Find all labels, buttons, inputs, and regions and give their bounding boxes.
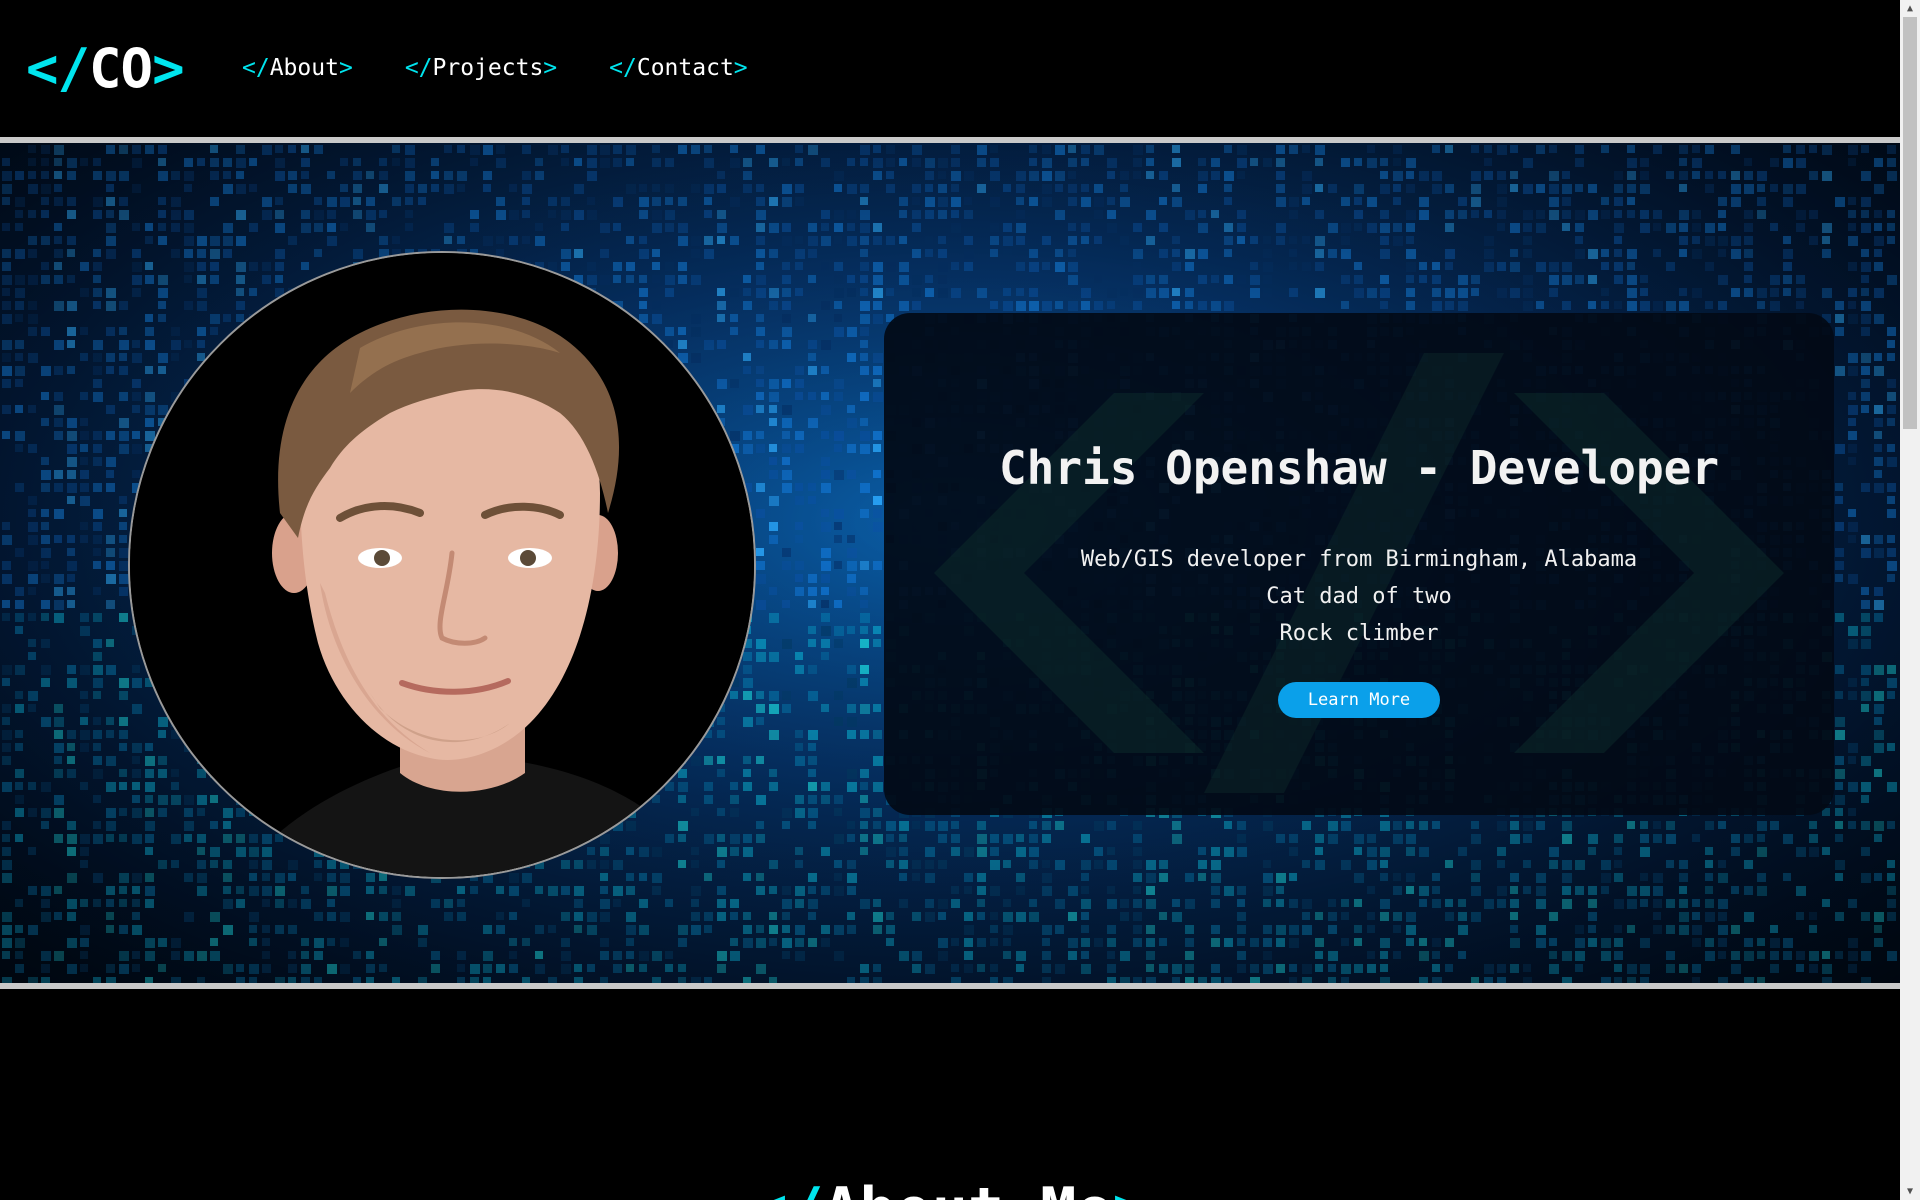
hero-description: Web/GIS developer from Birmingham, Alaba… xyxy=(884,541,1834,652)
site-logo[interactable]: </CO> xyxy=(26,36,185,102)
about-section-title: </About Me> xyxy=(0,1170,1900,1200)
hero-divider xyxy=(0,983,1900,989)
page-scrollbar[interactable]: ▲ ▼ xyxy=(1900,0,1920,1200)
about-title-text: About Me xyxy=(824,1175,1113,1200)
hero-line-location: Web/GIS developer from Birmingham, Alaba… xyxy=(1080,547,1638,572)
nav-link-about[interactable]: </About> xyxy=(242,52,353,84)
logo-open-bracket: </ xyxy=(26,37,90,100)
learn-more-button[interactable]: Learn More xyxy=(1278,682,1440,718)
about-close-bracket: > xyxy=(1113,1175,1149,1200)
navbar: </CO> </About> </Projects> </Contact> xyxy=(0,0,1900,137)
profile-photo xyxy=(128,251,756,879)
person-portrait-icon xyxy=(130,253,754,877)
nav-link-projects[interactable]: </Projects> xyxy=(405,52,557,84)
nav-link-contact[interactable]: </Contact> xyxy=(609,52,748,84)
hero-line-climber: Rock climber xyxy=(1279,621,1439,646)
hero-card: Chris Openshaw - Developer Web/GIS devel… xyxy=(884,313,1834,815)
hero-line-cats: Cat dad of two xyxy=(1266,584,1452,609)
scroll-down-arrow-icon[interactable]: ▼ xyxy=(1900,1183,1920,1200)
logo-close-bracket: > xyxy=(152,37,185,100)
hero-title: Chris Openshaw - Developer xyxy=(998,440,1720,495)
nav-links: </About> </Projects> </Contact> xyxy=(242,52,748,84)
about-open-bracket: </ xyxy=(751,1175,823,1200)
scroll-thumb[interactable] xyxy=(1903,17,1917,429)
logo-text: CO xyxy=(89,37,153,100)
hero-section: Chris Openshaw - Developer Web/GIS devel… xyxy=(0,143,1900,983)
page: </CO> </About> </Projects> </Contact> Ch… xyxy=(0,0,1900,1200)
scroll-up-arrow-icon[interactable]: ▲ xyxy=(1900,0,1920,17)
